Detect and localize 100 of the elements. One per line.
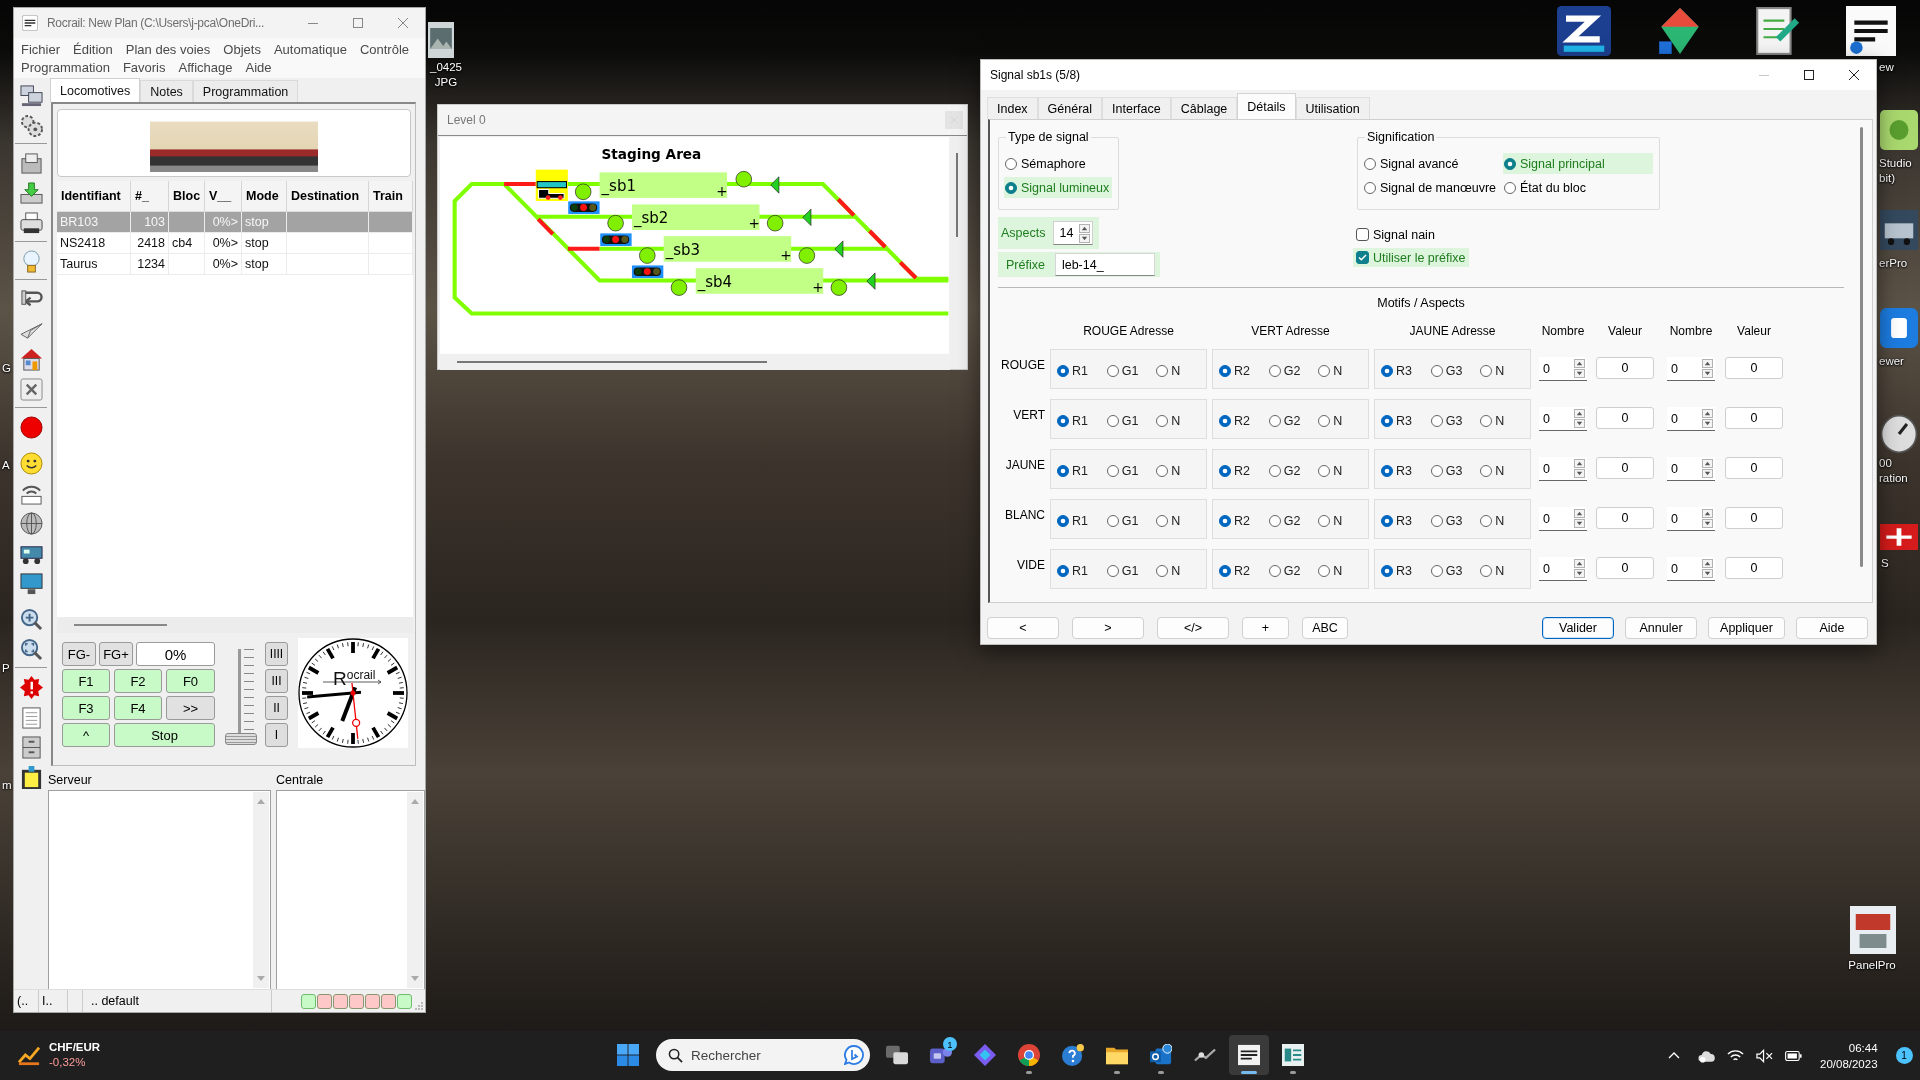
radio-option[interactable]: Signal lumineux [1004,177,1113,198]
radio-option[interactable]: R2 [1219,364,1269,378]
column-header[interactable]: #_ [131,181,169,211]
column-header[interactable]: Mode [242,181,287,211]
value-field[interactable]: 0 [1725,357,1783,379]
radio-icon[interactable] [1057,515,1069,527]
nav-button[interactable]: > [1072,617,1144,639]
vertical-scrollbar[interactable] [407,792,423,988]
spin-down-button[interactable] [1574,569,1585,578]
spin-up-button[interactable] [1574,559,1585,568]
notification-badge[interactable]: 1 [1895,1047,1913,1064]
menu-item[interactable]: Fichier [21,41,60,57]
sensor-icon[interactable] [607,215,624,232]
radio-option[interactable]: N [1318,464,1368,478]
gauge-icon[interactable] [1880,414,1918,454]
radio-icon[interactable] [1268,515,1281,527]
chart-icon[interactable] [18,1044,40,1066]
radio-icon[interactable] [1381,515,1393,527]
radio-icon[interactable] [1268,465,1281,477]
aspects-spinner[interactable]: 14 [1053,221,1094,245]
radio-option[interactable]: G2 [1268,364,1319,378]
dialog-button[interactable]: Valider [1542,617,1614,639]
clipboard-icon[interactable] [19,765,43,789]
function-button[interactable]: F1 [62,669,110,693]
checkbox-option[interactable]: Signal nain [1353,225,1439,244]
radio-icon[interactable] [1156,365,1169,377]
menu-item[interactable]: Favoris [122,59,166,75]
radio-icon[interactable] [1480,565,1493,577]
speed-step-button[interactable]: IIII [265,642,288,666]
sensor-icon[interactable] [735,171,752,188]
radio-icon[interactable] [1268,415,1281,427]
track-block[interactable] [695,268,824,294]
radio-icon[interactable] [1106,515,1119,527]
taskbar-button[interactable] [1229,1035,1269,1075]
nav-button[interactable]: ABC [1302,617,1348,639]
cloud-icon[interactable] [1698,1048,1715,1063]
checkbox-icon[interactable] [1356,251,1369,264]
column-header[interactable]: Identifiant [57,181,131,211]
radio-option[interactable]: G1 [1106,564,1157,578]
spin-up-button[interactable] [1702,559,1713,568]
radio-icon[interactable] [1156,415,1169,427]
value-field[interactable]: 0 [1596,407,1654,429]
value-field[interactable]: 0 [1596,357,1654,379]
spin-up-button[interactable] [1702,459,1713,468]
spin-down-button[interactable] [1574,469,1585,478]
function-button[interactable]: Stop [114,723,215,747]
spin-down-button[interactable] [1079,233,1091,243]
tab[interactable]: Locomotives [50,78,141,102]
house-icon[interactable] [19,347,43,371]
radio-option[interactable]: N [1318,564,1368,578]
radio-icon[interactable] [1106,465,1119,477]
function-button[interactable]: F3 [62,696,110,720]
sensor-icon[interactable] [639,247,656,264]
number-spinner[interactable]: 0 [1539,507,1587,531]
radio-option[interactable]: G2 [1268,564,1319,578]
column-header[interactable]: Destination [287,181,369,211]
spin-up-button[interactable] [1574,459,1585,468]
sensor-icon[interactable] [670,279,688,296]
search-input[interactable]: Rechercher [691,1047,836,1063]
function-button[interactable]: F0 [166,669,215,693]
radio-option[interactable]: G2 [1268,464,1319,478]
spin-up-button[interactable] [1079,223,1091,233]
radio-option[interactable]: R2 [1219,464,1269,478]
radio-option[interactable]: N [1156,364,1206,378]
function-button[interactable]: >> [166,696,215,720]
image-thumbnail-icon[interactable] [428,22,454,58]
radio-option[interactable]: N [1318,514,1368,528]
radio-option[interactable]: N [1156,414,1206,428]
radio-option[interactable]: N [1318,364,1368,378]
checkbox-icon[interactable] [1356,228,1369,241]
locomotive-icon[interactable] [1880,210,1918,250]
radio-icon[interactable] [1381,415,1393,427]
radio-option[interactable]: G3 [1430,414,1481,428]
radio-option[interactable]: R3 [1381,464,1431,478]
radio-icon[interactable] [1156,465,1169,477]
resize-grip-icon[interactable] [415,1002,423,1010]
notepad-icon[interactable] [19,705,43,729]
printer-icon[interactable] [19,211,43,235]
menu-item[interactable]: Objets [223,41,261,57]
radio-icon[interactable] [1219,515,1231,527]
speaker-muted-icon[interactable] [1756,1048,1773,1063]
clock-time[interactable]: 06:44 [1848,1039,1878,1056]
radio-icon[interactable] [1156,515,1169,527]
radio-icon[interactable] [1057,365,1069,377]
radio-icon[interactable] [1430,515,1443,527]
direction-arrow-icon[interactable] [834,240,844,258]
radio-option[interactable]: G1 [1106,364,1157,378]
menu-item[interactable]: Édition [73,41,113,57]
sensor-icon[interactable] [798,247,816,264]
app-logo-icon[interactable] [1846,6,1896,56]
radio-option[interactable]: G3 [1430,564,1481,578]
radio-icon[interactable] [1318,515,1331,527]
menu-item[interactable]: Affichage [178,59,233,75]
radio-option[interactable]: R3 [1381,564,1431,578]
radio-option[interactable]: R3 [1381,364,1431,378]
direction-arrow-icon[interactable] [770,176,780,194]
radio-option[interactable]: R1 [1057,414,1107,428]
radio-option[interactable]: G1 [1106,464,1157,478]
value-field[interactable]: 0 [1725,457,1783,479]
value-field[interactable]: 0 [1725,407,1783,429]
